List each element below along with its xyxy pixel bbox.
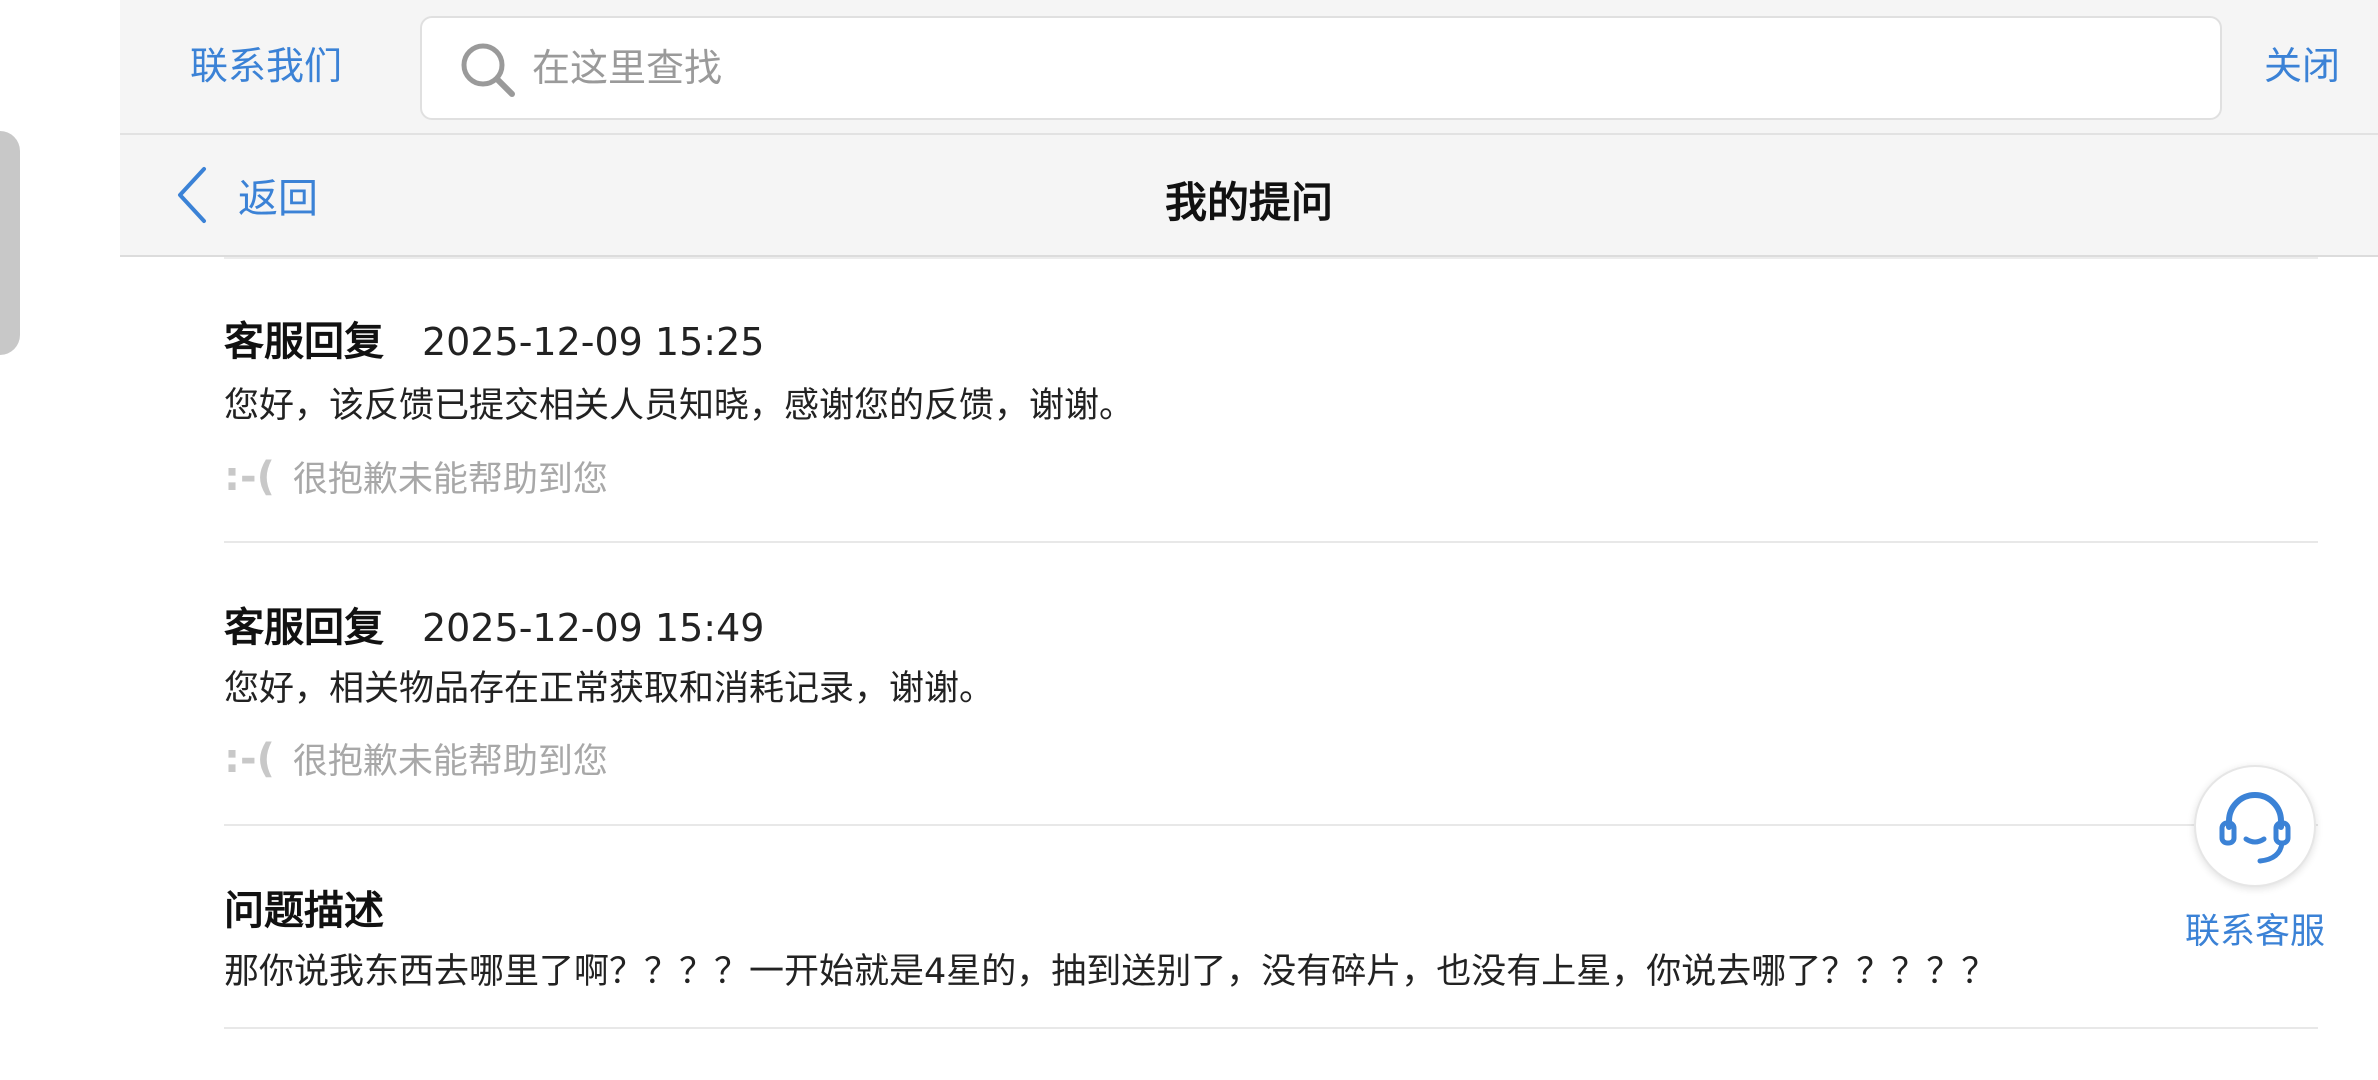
headset-icon (2219, 792, 2291, 864)
search-icon (461, 43, 515, 97)
question-entry: 问题描述 那你说我东西去哪里了啊？？？？一开始就是4星的，抽到送别了，没有碎片，… (224, 826, 2318, 1029)
not-helpful-label: 很抱歉未能帮助到您 (292, 460, 608, 500)
entry-label: 问题描述 (224, 888, 384, 934)
sad-face-icon: :-( (224, 453, 275, 500)
entry-body: 您好，该反馈已提交相关人员知晓，感谢您的反馈，谢谢。 (224, 386, 1135, 426)
reply-entry: 客服回复 2025-12-09 15:49 您好，相关物品存在正常获取和消耗记录，… (224, 543, 2318, 826)
entry-header: 问题描述 (224, 878, 384, 936)
support-icon-circle (2194, 765, 2316, 887)
reply-entry: 客服回复 2025-12-09 15:25 您好，该反馈已提交相关人员知晓，感谢您… (224, 257, 2318, 543)
app-window: 联系我们 关闭 返回 我的提问 客服回复 2025-12-09 15:25 您好，… (120, 0, 2378, 1080)
entry-timestamp: 2025-12-09 15:25 (422, 320, 765, 364)
sad-face-icon: :-( (224, 735, 275, 782)
contact-us-link[interactable]: 联系我们 (190, 43, 342, 89)
contact-support-button[interactable]: 联系客服 (2170, 765, 2340, 954)
entry-label: 客服回复 (224, 605, 384, 651)
page-title: 我的提问 (1164, 178, 1333, 227)
not-helpful-button[interactable]: :-( 很抱歉未能帮助到您 (224, 733, 608, 784)
top-bar: 联系我们 关闭 (120, 0, 2378, 135)
search-input[interactable] (532, 38, 2182, 98)
entry-label: 客服回复 (224, 319, 384, 365)
entry-body: 您好，相关物品存在正常获取和消耗记录，谢谢。 (224, 669, 995, 709)
entry-header: 客服回复 2025-12-09 15:49 (224, 595, 764, 653)
contact-support-label: 联系客服 (2184, 912, 2325, 952)
close-button[interactable]: 关闭 (2264, 43, 2340, 89)
not-helpful-label: 很抱歉未能帮助到您 (292, 742, 608, 782)
entry-header: 客服回复 2025-12-09 15:25 (224, 309, 764, 367)
entry-body: 那你说我东西去哪里了啊？？？？一开始就是4星的，抽到送别了，没有碎片，也没有上星… (224, 952, 1997, 992)
nav-bar: 返回 我的提问 (120, 135, 2378, 257)
entry-timestamp: 2025-12-09 15:49 (422, 606, 765, 650)
side-drawer-handle[interactable] (0, 131, 20, 355)
not-helpful-button[interactable]: :-( 很抱歉未能帮助到您 (224, 451, 608, 502)
search-box[interactable] (420, 16, 2222, 120)
